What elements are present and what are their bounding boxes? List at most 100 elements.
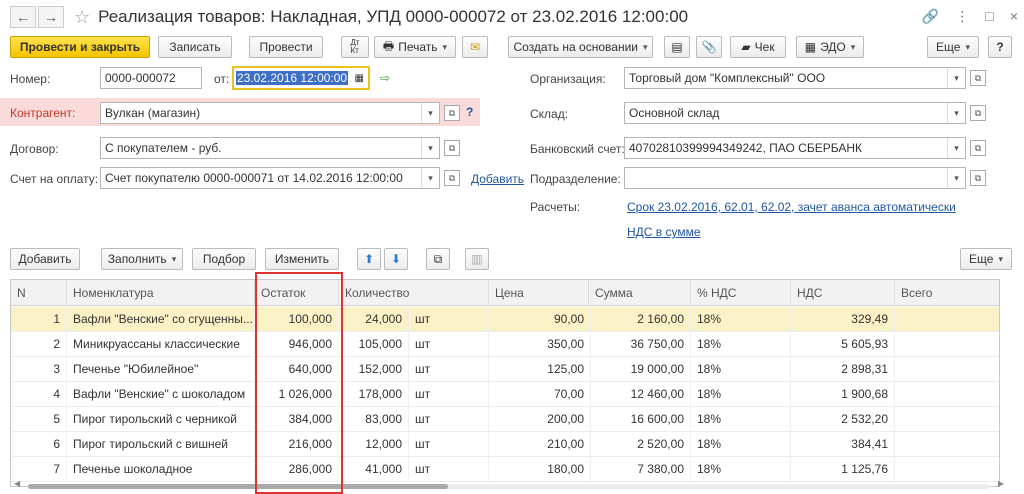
header-col-qty[interactable]: Количество xyxy=(339,280,489,306)
row-sum[interactable]: 36 750,00 xyxy=(591,332,691,357)
post-and-close-button[interactable]: Провести и закрыть xyxy=(10,36,150,58)
chevron-down-icon[interactable]: ▾ xyxy=(421,138,439,158)
move-down-button[interactable]: ⬇ xyxy=(384,248,408,270)
table-row[interactable]: 3 Печенье "Юбилейное" 640,000 152,000 шт 125,… xyxy=(11,357,999,382)
table-row[interactable]: 7 Печенье шоколадное 286,000 41,000 шт 180,00… xyxy=(11,457,999,482)
row-vat[interactable]: 1 900,68 xyxy=(791,382,895,407)
row-total[interactable] xyxy=(895,407,999,432)
chevron-down-icon[interactable]: ▾ xyxy=(947,103,965,123)
report-button[interactable]: ▤ xyxy=(664,36,690,58)
row-total[interactable] xyxy=(895,457,999,482)
row-number[interactable]: 5 xyxy=(11,407,67,432)
row-sum[interactable]: 16 600,00 xyxy=(591,407,691,432)
more-button[interactable]: Еще xyxy=(927,36,979,58)
row-stock[interactable]: 216,000 xyxy=(255,432,339,457)
table-row[interactable]: 6 Пирог тирольский с вишней 216,000 12,000 ш… xyxy=(11,432,999,457)
row-unit[interactable]: шт xyxy=(409,332,489,357)
row-item[interactable]: Пирог тирольский с черникой xyxy=(67,407,255,432)
contract-field[interactable]: С покупателем - руб. ▾ xyxy=(100,137,440,159)
row-unit[interactable]: шт xyxy=(409,407,489,432)
open-warehouse-icon[interactable]: ⧉ xyxy=(970,105,986,121)
help-button[interactable]: ? xyxy=(988,36,1012,58)
row-number[interactable]: 2 xyxy=(11,332,67,357)
dt-kt-button[interactable]: Дт Кт xyxy=(341,36,369,58)
row-unit[interactable]: шт xyxy=(409,457,489,482)
row-price[interactable]: 125,00 xyxy=(489,357,591,382)
row-price[interactable]: 180,00 xyxy=(489,457,591,482)
header-col-sum[interactable]: Сумма xyxy=(589,280,691,306)
table-row[interactable]: 4 Вафли "Венские" с шоколадом 1 026,000 178… xyxy=(11,382,999,407)
back-button[interactable]: ← xyxy=(10,6,36,28)
header-col-stock[interactable]: Остаток xyxy=(255,280,339,306)
row-sum[interactable]: 7 380,00 xyxy=(591,457,691,482)
header-col-vat-rate[interactable]: % НДС xyxy=(691,280,791,306)
edo-button[interactable]: ▦ ЭДО xyxy=(796,36,864,58)
row-vat[interactable]: 2 898,31 xyxy=(791,357,895,382)
row-qty[interactable]: 152,000 xyxy=(339,357,409,382)
row-stock[interactable]: 100,000 xyxy=(255,307,339,332)
vat-link[interactable]: НДС в сумме xyxy=(627,225,701,239)
header-col-total[interactable]: Всего xyxy=(895,280,999,306)
row-vat-rate[interactable]: 18% xyxy=(691,457,791,482)
move-up-button[interactable]: ⬆ xyxy=(357,248,381,270)
date-field[interactable]: 23.02.2016 12:00:00 ▦ xyxy=(232,66,370,90)
horizontal-scrollbar[interactable]: ◀ ▶ xyxy=(14,479,1004,490)
row-price[interactable]: 90,00 xyxy=(489,307,591,332)
header-col-item[interactable]: Номенклатура xyxy=(67,280,255,306)
row-qty[interactable]: 178,000 xyxy=(339,382,409,407)
save-button[interactable]: Записать xyxy=(158,36,232,58)
header-col-n[interactable]: N xyxy=(11,280,67,306)
row-number[interactable]: 1 xyxy=(11,307,67,332)
row-price[interactable]: 200,00 xyxy=(489,407,591,432)
row-vat[interactable]: 1 125,76 xyxy=(791,457,895,482)
row-vat[interactable]: 2 532,20 xyxy=(791,407,895,432)
row-item[interactable]: Пирог тирольский с вишней xyxy=(67,432,255,457)
settlements-link[interactable]: Срок 23.02.2016, 62.01, 62.02, зачет ава… xyxy=(627,200,956,214)
open-counterparty-icon[interactable]: ⧉ xyxy=(444,105,460,121)
number-field[interactable]: 0000-000072 xyxy=(100,67,202,89)
row-price[interactable]: 210,00 xyxy=(489,432,591,457)
row-stock[interactable]: 640,000 xyxy=(255,357,339,382)
select-button[interactable]: Подбор xyxy=(192,248,256,270)
row-item[interactable]: Миникруассаны классические xyxy=(67,332,255,357)
open-org-icon[interactable]: ⧉ xyxy=(970,70,986,86)
row-qty[interactable]: 83,000 xyxy=(339,407,409,432)
chevron-down-icon[interactable]: ▾ xyxy=(421,168,439,188)
row-qty[interactable]: 24,000 xyxy=(339,307,409,332)
row-item[interactable]: Вафли "Венские" со сгущенны... xyxy=(67,307,255,332)
row-price[interactable]: 350,00 xyxy=(489,332,591,357)
header-col-vat[interactable]: НДС xyxy=(791,280,895,306)
row-price[interactable]: 70,00 xyxy=(489,382,591,407)
row-qty[interactable]: 41,000 xyxy=(339,457,409,482)
open-division-icon[interactable]: ⧉ xyxy=(970,170,986,186)
row-total[interactable] xyxy=(895,307,999,332)
row-vat-rate[interactable]: 18% xyxy=(691,357,791,382)
add-invoice-link[interactable]: Добавить xyxy=(471,172,524,186)
print-button[interactable]: 🖶 Печать xyxy=(374,36,456,58)
table-more-button[interactable]: Еще xyxy=(960,248,1012,270)
post-button[interactable]: Провести xyxy=(249,36,323,58)
open-invoice-icon[interactable]: ⧉ xyxy=(444,170,460,186)
row-sum[interactable]: 2 520,00 xyxy=(591,432,691,457)
row-stock[interactable]: 384,000 xyxy=(255,407,339,432)
open-contract-icon[interactable]: ⧉ xyxy=(444,140,460,156)
header-col-price[interactable]: Цена xyxy=(489,280,589,306)
scrollbar-thumb[interactable] xyxy=(28,484,448,489)
row-qty[interactable]: 105,000 xyxy=(339,332,409,357)
row-number[interactable]: 3 xyxy=(11,357,67,382)
row-sum[interactable]: 19 000,00 xyxy=(591,357,691,382)
row-number[interactable]: 4 xyxy=(11,382,67,407)
scroll-left-icon[interactable]: ◀ xyxy=(14,479,20,488)
row-item[interactable]: Печенье шоколадное xyxy=(67,457,255,482)
forward-button[interactable]: → xyxy=(38,6,64,28)
row-vat[interactable]: 384,41 xyxy=(791,432,895,457)
row-sum[interactable]: 2 160,00 xyxy=(591,307,691,332)
row-unit[interactable]: шт xyxy=(409,382,489,407)
chevron-down-icon[interactable]: ▾ xyxy=(947,168,965,188)
help-question-icon[interactable]: ? xyxy=(466,105,473,119)
table-row[interactable]: 5 Пирог тирольский с черникой 384,000 83,00… xyxy=(11,407,999,432)
org-field[interactable]: Торговый дом "Комплексный" ООО ▾ xyxy=(624,67,966,89)
copy-row-button[interactable]: ⧉ xyxy=(426,248,450,270)
change-button[interactable]: Изменить xyxy=(265,248,339,270)
go-to-icon[interactable]: ⇨ xyxy=(380,71,390,85)
